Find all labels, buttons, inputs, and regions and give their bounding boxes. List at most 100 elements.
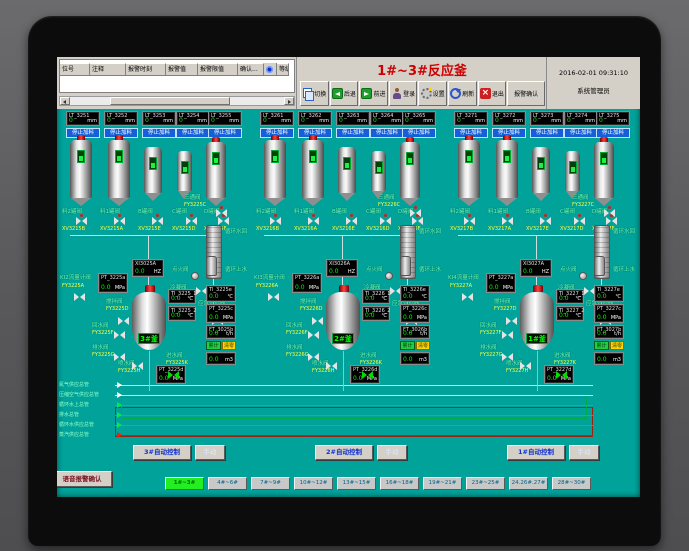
tank-outlet-valve-icon[interactable] bbox=[606, 217, 617, 225]
tank-outlet-valve-icon[interactable] bbox=[574, 217, 585, 225]
tank-outlet-valve-icon[interactable] bbox=[502, 217, 513, 225]
page-button-3[interactable]: 7#~9# bbox=[251, 477, 290, 490]
feed-tank[interactable] bbox=[496, 140, 518, 198]
tank-outlet-valve-icon[interactable] bbox=[152, 217, 163, 225]
feed-tank[interactable] bbox=[108, 140, 130, 198]
reactor-valve-icon[interactable] bbox=[308, 331, 319, 339]
refresh-button[interactable]: 刷新 bbox=[448, 81, 477, 106]
alarm-column-header[interactable]: 报警时刻 bbox=[126, 63, 166, 76]
totalizer-clear-button[interactable]: 清零 bbox=[416, 341, 430, 350]
reactor-valve-icon[interactable] bbox=[308, 353, 319, 361]
login-button[interactable]: 登录 bbox=[389, 81, 418, 106]
instrument-value: 0.0 bbox=[403, 330, 413, 337]
three-way-valve-icon[interactable] bbox=[410, 209, 421, 217]
scroll-left-icon[interactable] bbox=[60, 97, 70, 105]
tank-outlet-valve-icon[interactable] bbox=[380, 217, 391, 225]
reactor-valve-icon[interactable] bbox=[118, 317, 129, 325]
instrument-unit: mm bbox=[617, 118, 627, 124]
manual-button[interactable]: 手动 bbox=[195, 445, 225, 460]
tank-outlet-valve-icon[interactable] bbox=[270, 217, 281, 225]
reactor-valve-icon[interactable] bbox=[556, 371, 567, 379]
alarm-column-header[interactable]: 确认... bbox=[238, 63, 264, 76]
tank-outlet-valve-icon[interactable] bbox=[76, 217, 87, 225]
instrument-unit: HZ bbox=[154, 269, 161, 275]
page-button-4[interactable]: 10#~12# bbox=[294, 477, 333, 490]
auto-control-button-2[interactable]: 2#自动控制 bbox=[315, 445, 373, 460]
alarm-column-header[interactable]: 注释 bbox=[90, 63, 126, 76]
three-way-valve-icon[interactable] bbox=[604, 209, 615, 217]
manual-button[interactable]: 手动 bbox=[569, 445, 599, 460]
back-button[interactable]: 后退 bbox=[330, 81, 359, 106]
tank-outlet-valve-icon[interactable] bbox=[540, 217, 551, 225]
manual-button[interactable]: 手动 bbox=[377, 445, 407, 460]
feed-tank[interactable] bbox=[532, 147, 550, 193]
reactor-valve-icon[interactable] bbox=[114, 353, 125, 361]
scroll-right-icon[interactable] bbox=[284, 97, 294, 105]
alarm-column-header[interactable]: 报警限值 bbox=[198, 63, 238, 76]
alarm-column-header[interactable]: 报警值 bbox=[166, 63, 198, 76]
auto-control-button-1[interactable]: 1#自动控制 bbox=[507, 445, 565, 460]
reactor-valve-icon[interactable] bbox=[168, 371, 179, 379]
instrument-unit: mm bbox=[357, 118, 367, 124]
page-button-10[interactable]: 28#~30# bbox=[552, 477, 591, 490]
page-button-5[interactable]: 13#~15# bbox=[337, 477, 376, 490]
tank-level-box: LT_32750mm bbox=[596, 111, 630, 126]
switch-button[interactable]: 切换 bbox=[300, 81, 329, 106]
settings-icon bbox=[421, 88, 432, 99]
page-button-6[interactable]: 16#~18# bbox=[380, 477, 419, 490]
page-button-9[interactable]: 24.26#.27# bbox=[509, 477, 548, 490]
totalizer-accum-button[interactable]: 累计 bbox=[594, 341, 609, 350]
instrument-unit: ℃ bbox=[575, 313, 581, 319]
page-button-2[interactable]: 4#~6# bbox=[208, 477, 247, 490]
totalizer-clear-button[interactable]: 清零 bbox=[610, 341, 624, 350]
tank-outlet-valve-icon[interactable] bbox=[346, 217, 357, 225]
reactor-valve-tag: FY3225D bbox=[106, 306, 129, 312]
three-way-valve-icon[interactable] bbox=[216, 209, 227, 217]
feed-tank[interactable] bbox=[70, 140, 92, 198]
tank-outlet-valve-icon[interactable] bbox=[114, 217, 125, 225]
reactor-valve-icon[interactable] bbox=[312, 317, 323, 325]
reactor-valve-icon[interactable] bbox=[502, 353, 513, 361]
page-button-8[interactable]: 23#~25# bbox=[466, 477, 505, 490]
feed-tank[interactable] bbox=[458, 140, 480, 198]
feed-tank[interactable] bbox=[264, 140, 286, 198]
alarm-column-header[interactable]: 等级 bbox=[277, 63, 289, 76]
feed-tank[interactable] bbox=[206, 142, 226, 198]
scroll-thumb[interactable] bbox=[110, 97, 230, 105]
settings-button[interactable]: 设置 bbox=[418, 81, 447, 106]
tank-outlet-valve-icon[interactable] bbox=[218, 217, 229, 225]
auto-control-button-3[interactable]: 3#自动控制 bbox=[133, 445, 191, 460]
reactor-valve-icon[interactable] bbox=[502, 331, 513, 339]
totalizer-clear-button[interactable]: 清零 bbox=[222, 341, 236, 350]
pipe-label: 循环水供应总管 bbox=[59, 421, 115, 428]
tank-outlet-valve-icon[interactable] bbox=[464, 217, 475, 225]
feed-tank[interactable] bbox=[302, 140, 324, 198]
reactor-valve-icon[interactable] bbox=[326, 362, 337, 370]
totalizer-accum-button[interactable]: 累计 bbox=[206, 341, 221, 350]
tank-outlet-valve-icon[interactable] bbox=[186, 217, 197, 225]
forward-button[interactable]: 前进 bbox=[359, 81, 388, 106]
flow-meter-valve-icon[interactable] bbox=[268, 293, 279, 301]
page-button-7[interactable]: 19#~21# bbox=[423, 477, 462, 490]
tank-outlet-valve-icon[interactable] bbox=[308, 217, 319, 225]
exit-button[interactable]: 退出 bbox=[478, 81, 507, 106]
reactor-valve-icon[interactable] bbox=[506, 317, 517, 325]
feed-tank[interactable] bbox=[338, 147, 356, 193]
alarm-column-header[interactable]: 位号 bbox=[60, 63, 90, 76]
page-button-1[interactable]: 1#~3# bbox=[165, 477, 204, 490]
feed-tank[interactable] bbox=[594, 142, 614, 198]
alarm-confirm-button[interactable]: 报警确认 bbox=[507, 81, 545, 106]
reactor-valve-icon[interactable] bbox=[132, 362, 143, 370]
reactor-valve-icon[interactable] bbox=[520, 362, 531, 370]
flow-meter-valve-icon[interactable] bbox=[462, 293, 473, 301]
alarm-scrollbar[interactable] bbox=[59, 96, 295, 106]
flow-meter-valve-icon[interactable] bbox=[74, 293, 85, 301]
feed-tank[interactable] bbox=[144, 147, 162, 193]
totalizer-accum-button[interactable]: 累计 bbox=[400, 341, 415, 350]
reactor-valve-icon[interactable] bbox=[114, 331, 125, 339]
pipe-line bbox=[115, 425, 593, 426]
instrument-value: 0 bbox=[145, 117, 149, 124]
feed-tank[interactable] bbox=[400, 142, 420, 198]
reactor-valve-icon[interactable] bbox=[362, 371, 373, 379]
tank-outlet-valve-icon[interactable] bbox=[412, 217, 423, 225]
